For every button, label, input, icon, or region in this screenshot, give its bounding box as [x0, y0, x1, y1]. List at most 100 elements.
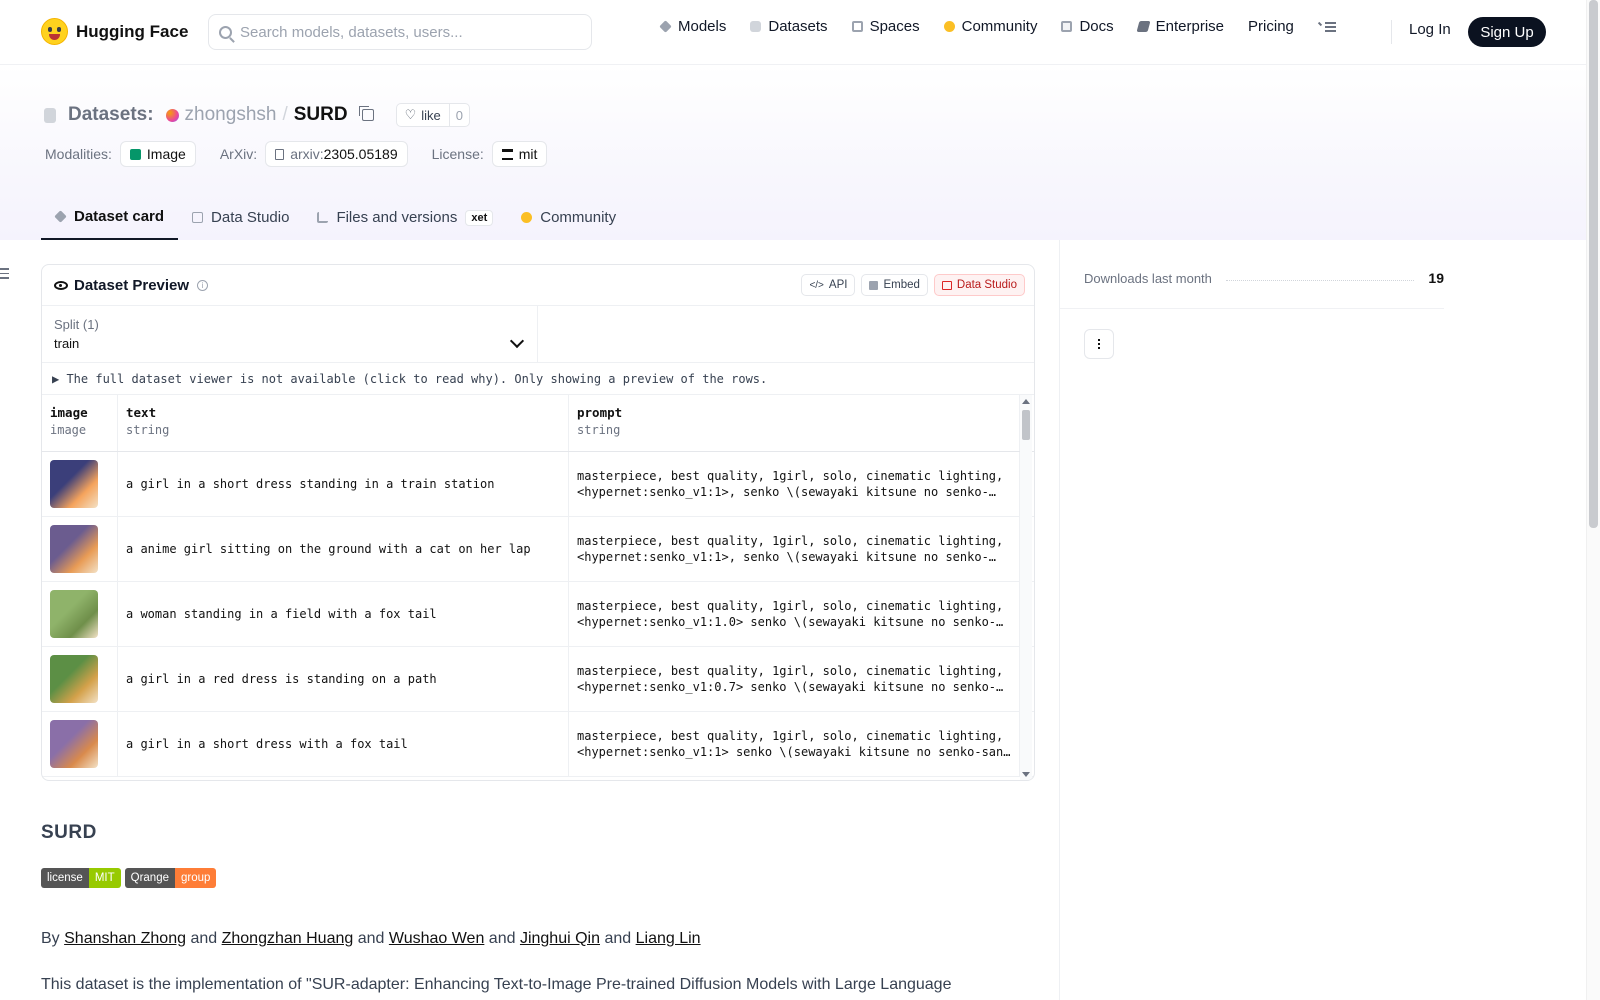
row-thumbnail[interactable] — [50, 655, 98, 703]
viewer-notice[interactable]: ▶ The full dataset viewer is not availab… — [42, 363, 1034, 395]
image-cell[interactable] — [42, 647, 118, 711]
like-count[interactable]: 0 — [448, 104, 469, 126]
tab-files-label: Files and versions — [336, 209, 458, 226]
image-cell[interactable] — [42, 582, 118, 646]
prompt-cell[interactable]: masterpiece, best quality, 1girl, solo, … — [569, 712, 1020, 776]
arxiv-chip[interactable]: arxiv: 2305.05189 — [265, 141, 408, 167]
signup-button[interactable]: Sign Up — [1468, 17, 1546, 47]
sidebar-separator — [1060, 308, 1444, 309]
prompt-cell[interactable]: masterpiece, best quality, 1girl, solo, … — [569, 452, 1020, 516]
prompt-cell[interactable]: masterpiece, best quality, 1girl, solo, … — [569, 517, 1020, 581]
license-badge[interactable]: license MIT — [41, 868, 121, 888]
column-header-text[interactable]: text string — [118, 395, 569, 451]
section-label[interactable]: Datasets: — [68, 104, 154, 126]
prompt-line: masterpiece, best quality, 1girl, solo, … — [577, 729, 1004, 743]
table-row[interactable]: a anime girl sitting on the ground with … — [42, 517, 1034, 582]
dataset-card-readme: SURD license MIT Qrange group By Shanshan … — [41, 822, 1031, 994]
prompt-cell[interactable]: masterpiece, best quality, 1girl, solo, … — [569, 647, 1020, 711]
prompt-line: masterpiece, best quality, 1girl, solo, … — [577, 534, 1004, 548]
column-name: image — [50, 405, 88, 420]
info-icon[interactable]: i — [197, 279, 209, 291]
dataset-name[interactable]: SURD — [294, 104, 348, 126]
text-cell[interactable]: a anime girl sitting on the ground with … — [118, 517, 569, 581]
author-link[interactable]: Shanshan Zhong — [64, 930, 186, 947]
table-scrollbar[interactable] — [1020, 395, 1032, 780]
table-row[interactable]: a girl in a short dress with a fox tail m… — [42, 712, 1034, 777]
nav-datasets[interactable]: Datasets — [750, 18, 828, 35]
scroll-down-icon[interactable] — [1022, 772, 1030, 777]
nav-enterprise[interactable]: Enterprise — [1136, 18, 1224, 35]
text-cell[interactable]: a woman standing in a field with a fox t… — [118, 582, 569, 646]
modality-chip[interactable]: Image — [119, 141, 196, 167]
scrollbar-thumb[interactable] — [1022, 410, 1030, 440]
table-row[interactable]: a girl in a short dress standing in a tr… — [42, 452, 1034, 517]
tab-files-and-versions[interactable]: Files and versions xet — [303, 195, 507, 240]
kebab-icon — [1098, 339, 1100, 349]
like-label: like — [421, 107, 441, 123]
embed-button[interactable]: Embed — [861, 274, 928, 296]
author-link[interactable]: Zhongzhan Huang — [222, 930, 354, 947]
row-thumbnail[interactable] — [50, 590, 98, 638]
and-label: and — [190, 930, 218, 947]
menu-icon — [1317, 21, 1336, 33]
scroll-up-icon[interactable] — [1022, 399, 1030, 404]
more-menu-button[interactable] — [1317, 21, 1336, 33]
more-options-button[interactable] — [1084, 329, 1114, 359]
author-link[interactable]: Liang Lin — [636, 930, 701, 947]
text-cell[interactable]: a girl in a red dress is standing on a p… — [118, 647, 569, 711]
row-thumbnail[interactable] — [50, 460, 98, 508]
like-button[interactable]: ♡ like 0 — [395, 103, 470, 127]
search-input[interactable] — [240, 23, 580, 41]
authors-line: By Shanshan Zhong and Zhongzhan Huang an… — [41, 930, 1031, 948]
avatar — [165, 108, 179, 122]
author-link[interactable]: Wushao Wen — [389, 930, 484, 947]
search-box[interactable] — [208, 14, 592, 50]
page-scrollbar-thumb[interactable] — [1589, 0, 1598, 528]
license-chip[interactable]: mit — [491, 141, 548, 167]
tab-dataset-card[interactable]: Dataset card — [41, 195, 179, 240]
image-cell[interactable] — [42, 712, 118, 776]
text-cell[interactable]: a girl in a short dress standing in a tr… — [118, 452, 569, 516]
column-header-image[interactable]: image image — [42, 395, 118, 451]
prompt-cell[interactable]: masterpiece, best quality, 1girl, solo, … — [569, 582, 1020, 646]
split-dropdown[interactable]: Split (1) train — [42, 306, 538, 362]
image-cell[interactable] — [42, 517, 118, 581]
readme-description: This dataset is the implementation of "S… — [41, 976, 952, 993]
sidebar-toggle-icon[interactable] — [0, 268, 9, 280]
nav-pricing[interactable]: Pricing — [1248, 18, 1294, 35]
badge-left: Qrange — [124, 868, 175, 888]
dataset-preview: Dataset Preview i </> API Embed Data Stud… — [41, 264, 1035, 781]
nav-community[interactable]: Community — [943, 18, 1037, 35]
nav-spaces[interactable]: Spaces — [851, 18, 920, 35]
table-row[interactable]: a girl in a red dress is standing on a p… — [42, 647, 1034, 712]
split-value: train — [54, 336, 80, 351]
table-row[interactable]: a woman standing in a field with a fox t… — [42, 582, 1034, 647]
row-thumbnail[interactable] — [50, 720, 98, 768]
community-icon — [521, 212, 533, 223]
data-studio-button[interactable]: Data Studio — [933, 274, 1025, 296]
preview-header: Dataset Preview i </> API Embed Data Stud… — [42, 265, 1034, 306]
api-button[interactable]: </> API — [801, 274, 856, 296]
owner-link[interactable]: zhongshsh — [185, 104, 277, 126]
tab-community[interactable]: Community — [507, 195, 630, 240]
brand-logo[interactable]: Hugging Face — [41, 18, 188, 45]
text-cell[interactable]: a girl in a short dress with a fox tail — [118, 712, 569, 776]
row-thumbnail[interactable] — [50, 525, 98, 573]
tab-data-studio[interactable]: Data Studio — [178, 195, 303, 240]
author-link[interactable]: Jinghui Qin — [520, 930, 600, 947]
nav-docs[interactable]: Docs — [1061, 18, 1114, 35]
column-header-prompt[interactable]: prompt string — [569, 395, 1020, 451]
prompt-line: <hypernet:senko_v1:0.7> senko \(sewayaki… — [577, 680, 1004, 694]
repo-tabs: Dataset card Data Studio Files and versi… — [41, 195, 630, 240]
code-icon: </> — [809, 279, 824, 291]
copy-icon[interactable] — [358, 106, 374, 121]
top-navbar: Hugging Face Models Datasets Spaces Comm… — [0, 0, 1586, 65]
nav-models[interactable]: Models — [659, 18, 726, 35]
login-link[interactable]: Log In — [1409, 21, 1451, 38]
cell-text: a girl in a short dress with a fox tail — [126, 737, 408, 751]
group-badge[interactable]: Qrange group — [124, 868, 217, 888]
enterprise-icon — [1136, 21, 1151, 32]
community-icon — [943, 21, 955, 32]
image-cell[interactable] — [42, 452, 118, 516]
page-scrollbar[interactable] — [1586, 0, 1600, 1000]
